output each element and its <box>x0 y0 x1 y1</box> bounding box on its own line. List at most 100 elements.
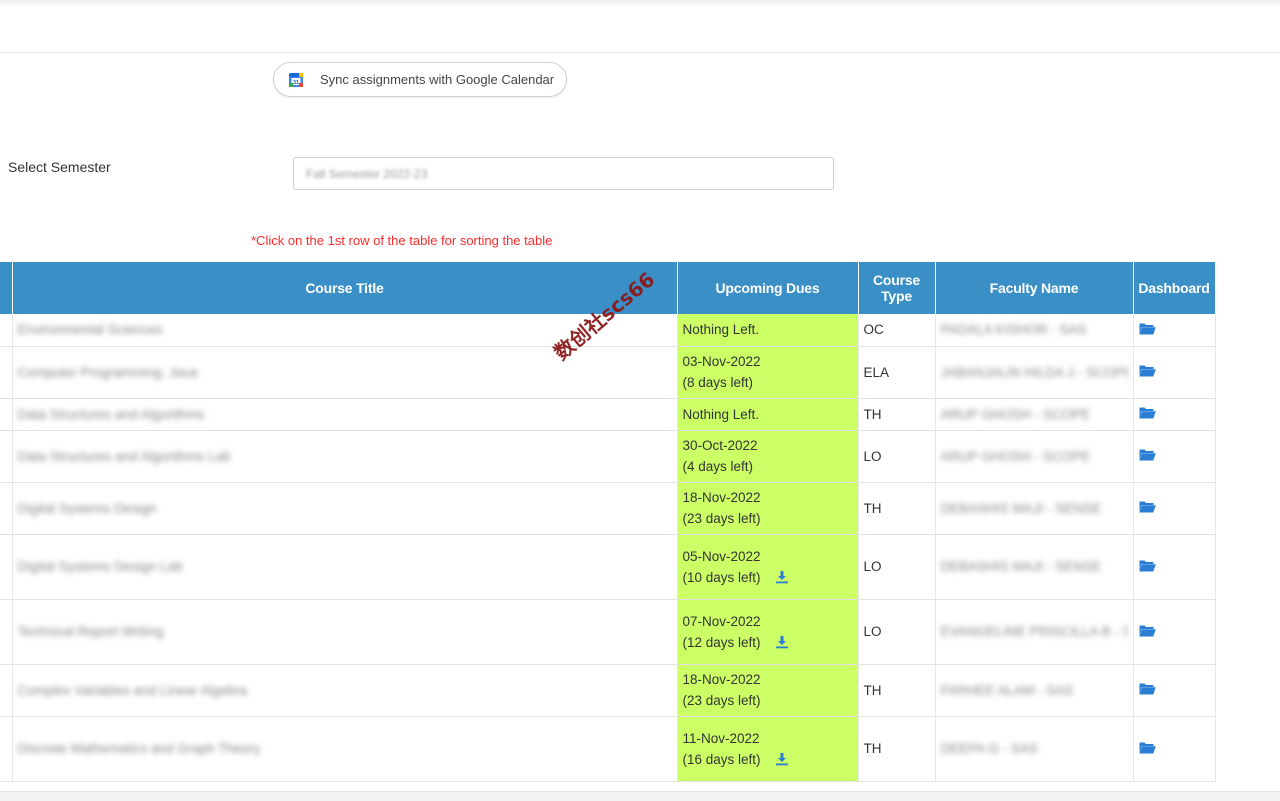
upcoming-dues-cell: 18-Nov-2022 (23 days left) <box>677 482 859 535</box>
row-stub-cell <box>0 398 13 431</box>
table-body: Environmental Sciences Nothing Left. OC PAD… <box>0 314 1216 782</box>
course-type-cell: TH <box>858 664 936 717</box>
folder-open-icon[interactable] <box>1138 322 1156 335</box>
folder-open-icon[interactable] <box>1138 364 1156 377</box>
row-stub-cell <box>0 599 13 665</box>
row-stub-cell <box>0 430 13 483</box>
faculty-name: JABANJALIN HILDA J - SCOPE <box>940 364 1128 380</box>
course-title-cell: Complex Variables and Linear Algebra <box>12 664 678 717</box>
select-semester-label: Select Semester <box>8 159 111 175</box>
header-course-title[interactable]: Course Title <box>12 262 678 314</box>
dashboard-cell <box>1133 599 1216 665</box>
dashboard-cell <box>1133 430 1216 483</box>
semester-select-value: Fall Semester 2022-23 <box>306 166 428 181</box>
course-title-cell: Data Structures and Algorithms Lab <box>12 430 678 483</box>
dashboard-cell <box>1133 482 1216 535</box>
course-type-cell: ELA <box>858 346 936 399</box>
faculty-name: ARUP GHOSH - SCOPE <box>940 448 1091 464</box>
download-icon[interactable] <box>775 569 789 583</box>
course-type-cell: LO <box>858 430 936 483</box>
faculty-name-cell: JABANJALIN HILDA J - SCOPE <box>935 346 1134 399</box>
folder-open-icon[interactable] <box>1138 406 1156 419</box>
due-date: Nothing Left. <box>682 322 760 338</box>
due-date: 18-Nov-2022 <box>682 490 761 505</box>
due-date: 03-Nov-2022 <box>682 354 761 369</box>
top-header-bar <box>0 0 1280 53</box>
table-row: Digital Systems Design Lab 05-Nov-2022 (10… <box>0 534 1216 600</box>
faculty-name: EVANGELINE PRISCILLA B - SSL <box>940 624 1128 639</box>
sync-google-calendar-button[interactable]: 31 Sync assignments with Google Calendar <box>273 62 567 97</box>
upcoming-dues-cell: 30-Oct-2022 (4 days left) <box>677 430 859 483</box>
row-stub-cell <box>0 346 13 399</box>
faculty-name-cell: FARHEE ALAM - SAS <box>935 664 1134 717</box>
folder-open-icon[interactable] <box>1138 624 1156 637</box>
header-course-type-line1: Course <box>872 272 921 288</box>
sorting-hint: *Click on the 1st row of the table for s… <box>251 233 553 248</box>
faculty-name: DEEPA G - SAS <box>940 741 1038 756</box>
course-title-cell: Digital Systems Design Lab <box>12 534 678 600</box>
header-upcoming-dues[interactable]: Upcoming Dues <box>677 262 859 314</box>
due-date: 11-Nov-2022 <box>682 730 760 746</box>
svg-text:31: 31 <box>293 80 299 86</box>
course-type-cell: TH <box>858 716 936 782</box>
course-type-cell: TH <box>858 398 936 431</box>
course-type-cell: LO <box>858 599 936 665</box>
faculty-name-cell: EVANGELINE PRISCILLA B - SSL <box>935 599 1134 665</box>
course-title: Digital Systems Design <box>17 500 157 516</box>
course-title: Computer Programming: Java <box>17 364 198 380</box>
courses-table: Course Title Upcoming Dues Course Type Fa… <box>0 262 1216 782</box>
course-title: Technical Report Writing <box>17 624 164 639</box>
row-stub-cell <box>0 314 13 347</box>
days-left: (23 days left) <box>682 693 761 708</box>
due-date: 18-Nov-2022 <box>682 672 761 687</box>
row-stub-cell <box>0 534 13 600</box>
faculty-name: ARUP GHOSH - SCOPE <box>940 406 1091 422</box>
folder-open-icon[interactable] <box>1138 682 1156 695</box>
upcoming-dues-cell: 11-Nov-2022 (16 days left) <box>677 716 859 782</box>
upcoming-dues-cell: Nothing Left. <box>677 314 859 347</box>
dashboard-cell <box>1133 346 1216 399</box>
faculty-name-cell: PADALA KISHOR - SAS <box>935 314 1134 347</box>
faculty-name: DEBASHIS MAJI - SENSE <box>940 559 1102 574</box>
row-stub-cell <box>0 482 13 535</box>
due-date: Nothing Left. <box>682 406 760 422</box>
table-row: Discrete Mathematics and Graph Theory 11-… <box>0 716 1216 782</box>
header-stub[interactable] <box>0 262 13 314</box>
header-course-type-line2: Type <box>881 288 912 304</box>
header-dashboard[interactable]: Dashboard <box>1133 262 1216 314</box>
folder-open-icon[interactable] <box>1138 448 1156 461</box>
folder-open-icon[interactable] <box>1138 500 1156 513</box>
faculty-name-cell: ARUP GHOSH - SCOPE <box>935 430 1134 483</box>
course-title: Data Structures and Algorithms Lab <box>17 448 231 464</box>
semester-select[interactable]: Fall Semester 2022-23 <box>293 157 834 190</box>
course-title: Digital Systems Design Lab <box>17 559 183 574</box>
faculty-name-cell: ARUP GHOSH - SCOPE <box>935 398 1134 431</box>
folder-open-icon[interactable] <box>1138 559 1156 572</box>
dashboard-cell <box>1133 314 1216 347</box>
faculty-name-cell: DEBASHIS MAJI - SENSE <box>935 534 1134 600</box>
faculty-name: PADALA KISHOR - SAS <box>940 322 1087 338</box>
faculty-name: DEBASHIS MAJI - SENSE <box>940 500 1102 516</box>
course-type-cell: OC <box>858 314 936 347</box>
download-icon[interactable] <box>775 751 789 765</box>
table-row: Data Structures and Algorithms Lab 30-Oct… <box>0 430 1216 483</box>
upcoming-dues-cell: Nothing Left. <box>677 398 859 431</box>
course-title-cell: Technical Report Writing <box>12 599 678 665</box>
upcoming-dues-cell: 07-Nov-2022 (12 days left) <box>677 599 859 665</box>
course-type-cell: TH <box>858 482 936 535</box>
faculty-name-cell: DEBASHIS MAJI - SENSE <box>935 482 1134 535</box>
table-row: Computer Programming: Java 03-Nov-2022 (8 … <box>0 346 1216 399</box>
header-course-type[interactable]: Course Type <box>858 262 936 314</box>
dashboard-cell <box>1133 716 1216 782</box>
header-faculty-name[interactable]: Faculty Name <box>935 262 1134 314</box>
days-left: (12 days left) <box>682 634 761 650</box>
days-left: (8 days left) <box>682 375 754 390</box>
upcoming-dues-cell: 18-Nov-2022 (23 days left) <box>677 664 859 717</box>
table-row: Complex Variables and Linear Algebra 18-N… <box>0 664 1216 717</box>
download-icon[interactable] <box>775 634 789 648</box>
course-title: Complex Variables and Linear Algebra <box>17 682 247 698</box>
course-title: Data Structures and Algorithms <box>17 406 205 422</box>
dashboard-cell <box>1133 664 1216 717</box>
folder-open-icon[interactable] <box>1138 741 1156 754</box>
table-row: Technical Report Writing 07-Nov-2022 (12 d… <box>0 599 1216 665</box>
